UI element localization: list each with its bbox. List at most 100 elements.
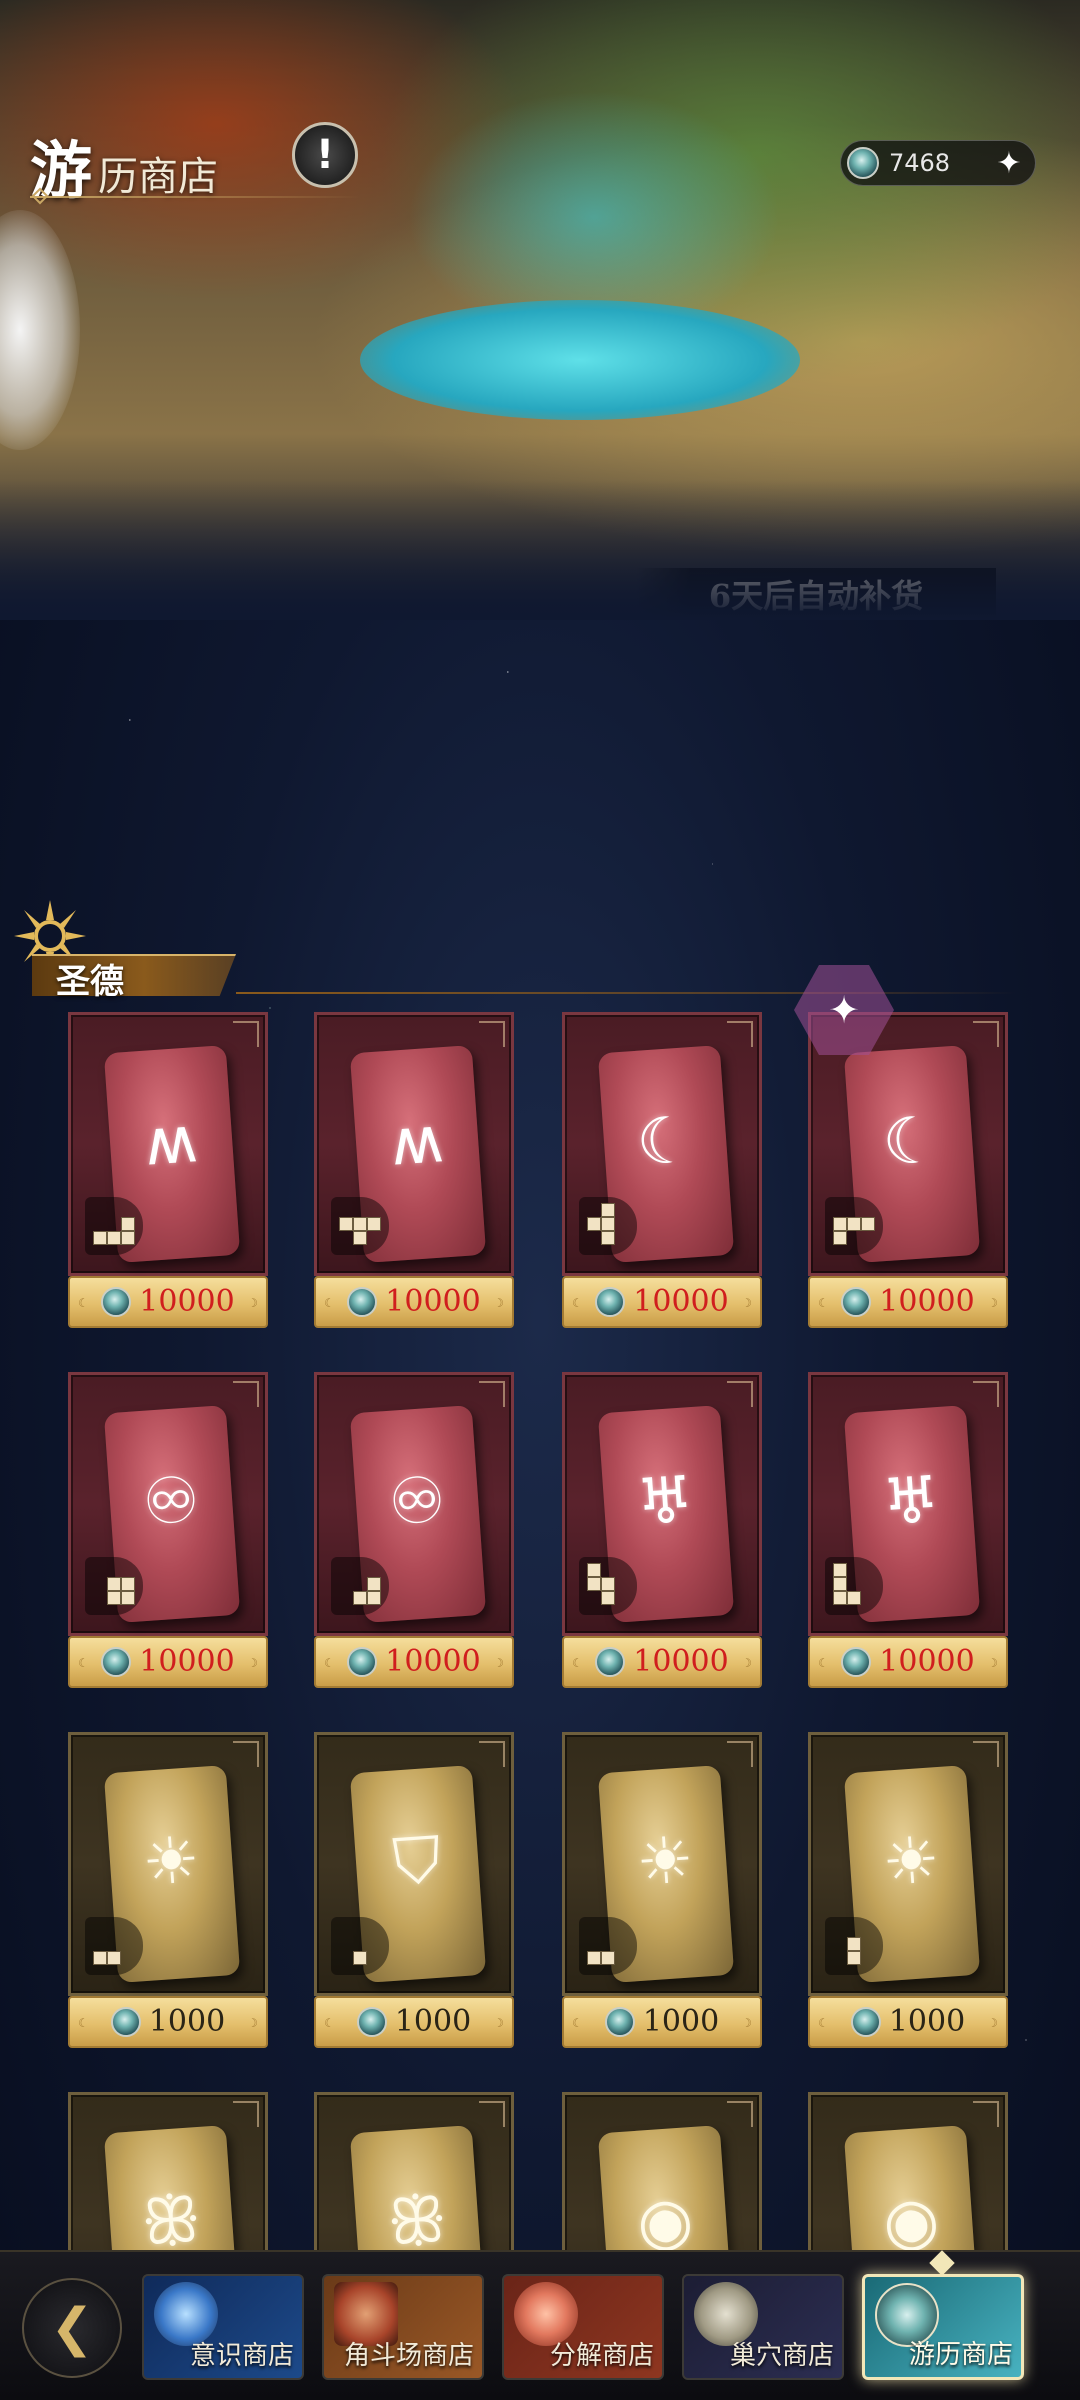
slot-shape-cell xyxy=(353,1591,367,1605)
item-tile: ☀ xyxy=(562,1732,762,1996)
moon-ornament-icon: ☽ xyxy=(987,2016,998,2030)
shop-item-card[interactable]: ♾ ☾ 10000 ☽ xyxy=(68,1366,268,1688)
tab-consciousness-shop[interactable]: 意识商店 xyxy=(142,2274,304,2380)
price-value: 1000 xyxy=(888,2004,966,2039)
price-value: 10000 xyxy=(385,1284,481,1319)
tab-travel-shop[interactable]: 游历商店 xyxy=(862,2274,1024,2380)
slot-shape-cell xyxy=(353,1217,367,1231)
coin-icon xyxy=(356,2007,387,2037)
slot-shape-cell xyxy=(587,1217,601,1231)
coin-icon xyxy=(850,2007,881,2037)
shop-item-card[interactable]: ⛉ ☾ 1000 ☽ xyxy=(314,1726,514,2048)
shop-item-card[interactable]: ☀ ☾ 1000 ☽ xyxy=(808,1726,1008,2048)
item-tile: ◉ xyxy=(562,2092,762,2250)
sparkle-plus-icon[interactable]: ✦ xyxy=(991,145,1027,181)
item-tile: ☾ xyxy=(562,1012,762,1276)
price-tag[interactable]: ☾ 10000 ☽ xyxy=(68,1636,268,1688)
shop-item-card[interactable]: ꕥ xyxy=(68,2086,268,2250)
slot-shape-cell xyxy=(107,1577,121,1591)
sun-icon: ☀ xyxy=(879,1823,943,1901)
price-tag[interactable]: ☾ 1000 ☽ xyxy=(68,1996,268,2048)
shop-item-card[interactable]: ꕥ xyxy=(314,2086,514,2250)
moon-ornament-icon: ☾ xyxy=(78,1656,89,1670)
gear-moon-icon: ☾ xyxy=(879,1103,943,1181)
coin-icon xyxy=(595,1287,626,1317)
shop-item-card[interactable]: ◉ xyxy=(808,2086,1008,2250)
price-tag[interactable]: ☾ 1000 ☽ xyxy=(562,1996,762,2048)
slot-shape-cell xyxy=(833,1591,847,1605)
price-value: 1000 xyxy=(394,2004,472,2039)
back-arrow-icon[interactable]: ❮ xyxy=(22,2278,122,2378)
price-tag[interactable]: ☾ 10000 ☽ xyxy=(562,1636,762,1688)
price-value: 10000 xyxy=(385,1644,481,1679)
moon-ornament-icon: ☾ xyxy=(78,2016,89,2030)
claw-icon: ʍ xyxy=(388,1103,446,1181)
shop-item-card[interactable]: ♾ ☾ 10000 ☽ xyxy=(314,1366,514,1688)
slot-shape-icon xyxy=(579,1197,637,1255)
currency-value: 7468 xyxy=(889,149,951,177)
moon-ornament-icon: ☾ xyxy=(572,2016,583,2030)
restock-timer: 6天后自动补货 xyxy=(636,568,996,620)
slot-shape-icon xyxy=(331,1557,389,1615)
currency-display: 7468 ✦ xyxy=(840,140,1036,186)
price-value: 1000 xyxy=(148,2004,226,2039)
tile-corner-ornament xyxy=(233,1381,259,1407)
coin-icon xyxy=(101,1647,132,1677)
price-tag[interactable]: ☾ 10000 ☽ xyxy=(68,1276,268,1328)
eye-icon: ◉ xyxy=(634,2183,696,2250)
shop-item-card[interactable]: ʍ ☾ 10000 ☽ xyxy=(314,1006,514,1328)
price-tag[interactable]: ☾ 1000 ☽ xyxy=(314,1996,514,2048)
slot-shape-cell xyxy=(121,1217,135,1231)
tile-corner-ornament xyxy=(727,2101,753,2127)
slot-shape-icon xyxy=(85,1917,143,1975)
moon-ornament-icon: ☽ xyxy=(247,1296,258,1310)
exclamation-icon[interactable]: ! xyxy=(292,122,358,188)
coin-icon xyxy=(841,1287,872,1317)
shop-item-card[interactable]: ◉ xyxy=(562,2086,762,2250)
moon-ornament-icon: ☽ xyxy=(741,1296,752,1310)
tile-corner-ornament xyxy=(479,1021,505,1047)
shop-item-card[interactable]: ʍ ☾ 10000 ☽ xyxy=(68,1006,268,1328)
rune-stone: ꕥ xyxy=(349,2125,487,2250)
tile-corner-ornament xyxy=(479,1381,505,1407)
price-tag[interactable]: ☾ 10000 ☽ xyxy=(808,1636,1008,1688)
shop-item-card[interactable]: ♅ ☾ 10000 ☽ xyxy=(808,1366,1008,1688)
chalice-icon: ♅ xyxy=(633,1463,697,1541)
price-tag[interactable]: ☾ 10000 ☽ xyxy=(808,1276,1008,1328)
chalice-icon: ♅ xyxy=(879,1463,943,1541)
coin-icon xyxy=(841,1647,872,1677)
slot-shape-icon xyxy=(331,1197,389,1255)
slot-shape-icon xyxy=(825,1917,883,1975)
shop-item-card[interactable]: ♅ ☾ 10000 ☽ xyxy=(562,1366,762,1688)
slot-shape-cell xyxy=(367,1217,381,1231)
moon-ornament-icon: ☽ xyxy=(493,1296,504,1310)
coin-icon xyxy=(595,1647,626,1677)
price-tag[interactable]: ☾ 10000 ☽ xyxy=(314,1276,514,1328)
tab-arena-shop[interactable]: 角斗场商店 xyxy=(322,2274,484,2380)
shop-item-card[interactable]: ☀ ☾ 1000 ☽ xyxy=(68,1726,268,2048)
slot-shape-cell xyxy=(339,1217,353,1231)
slot-shape-cell xyxy=(121,1231,135,1245)
price-tag[interactable]: ☾ 10000 ☽ xyxy=(314,1636,514,1688)
coin-icon xyxy=(604,2007,635,2037)
item-tile: ꕥ xyxy=(314,2092,514,2250)
tile-corner-ornament xyxy=(233,2101,259,2127)
moon-ornament-icon: ☾ xyxy=(572,1296,583,1310)
price-value: 10000 xyxy=(633,1644,729,1679)
tile-corner-ornament xyxy=(727,1021,753,1047)
price-tag[interactable]: ☾ 10000 ☽ xyxy=(562,1276,762,1328)
tab-dismantle-shop[interactable]: 分解商店 xyxy=(502,2274,664,2380)
shop-item-card[interactable]: ☾ ☾ 10000 ☽ xyxy=(562,1006,762,1328)
item-tile: ʍ xyxy=(68,1012,268,1276)
price-tag[interactable]: ☾ 1000 ☽ xyxy=(808,1996,1008,2048)
rune-stone: ◉ xyxy=(597,2125,735,2250)
item-tile: ◉ xyxy=(808,2092,1008,2250)
shop-item-card[interactable]: ☀ ☾ 1000 ☽ xyxy=(562,1726,762,2048)
tab-label: 游历商店 xyxy=(908,2340,1013,2370)
banner-lake xyxy=(360,300,800,420)
tab-nest-shop[interactable]: 巢穴商店 xyxy=(682,2274,844,2380)
section-title: 圣德 xyxy=(56,962,124,1002)
moon-ornament-icon: ☾ xyxy=(818,1656,829,1670)
moon-ornament-icon: ☾ xyxy=(818,2016,829,2030)
price-value: 10000 xyxy=(139,1644,235,1679)
